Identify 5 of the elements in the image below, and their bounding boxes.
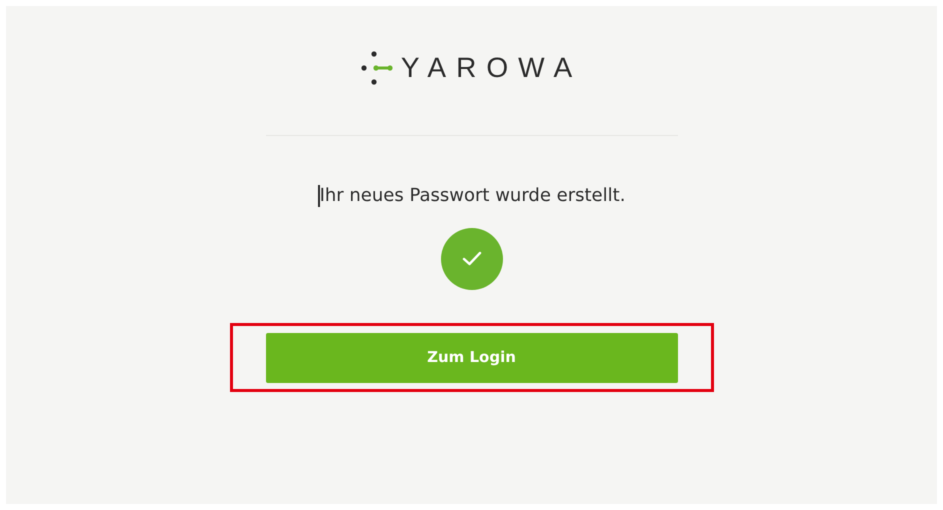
success-message: Ihr neues Passwort wurde erstellt. [320,184,626,208]
text-cursor-icon [318,185,320,207]
logo-wordmark: YAROWA [400,54,582,82]
logo-dots-icon [360,50,395,86]
login-button[interactable]: Zum Login [266,332,678,382]
